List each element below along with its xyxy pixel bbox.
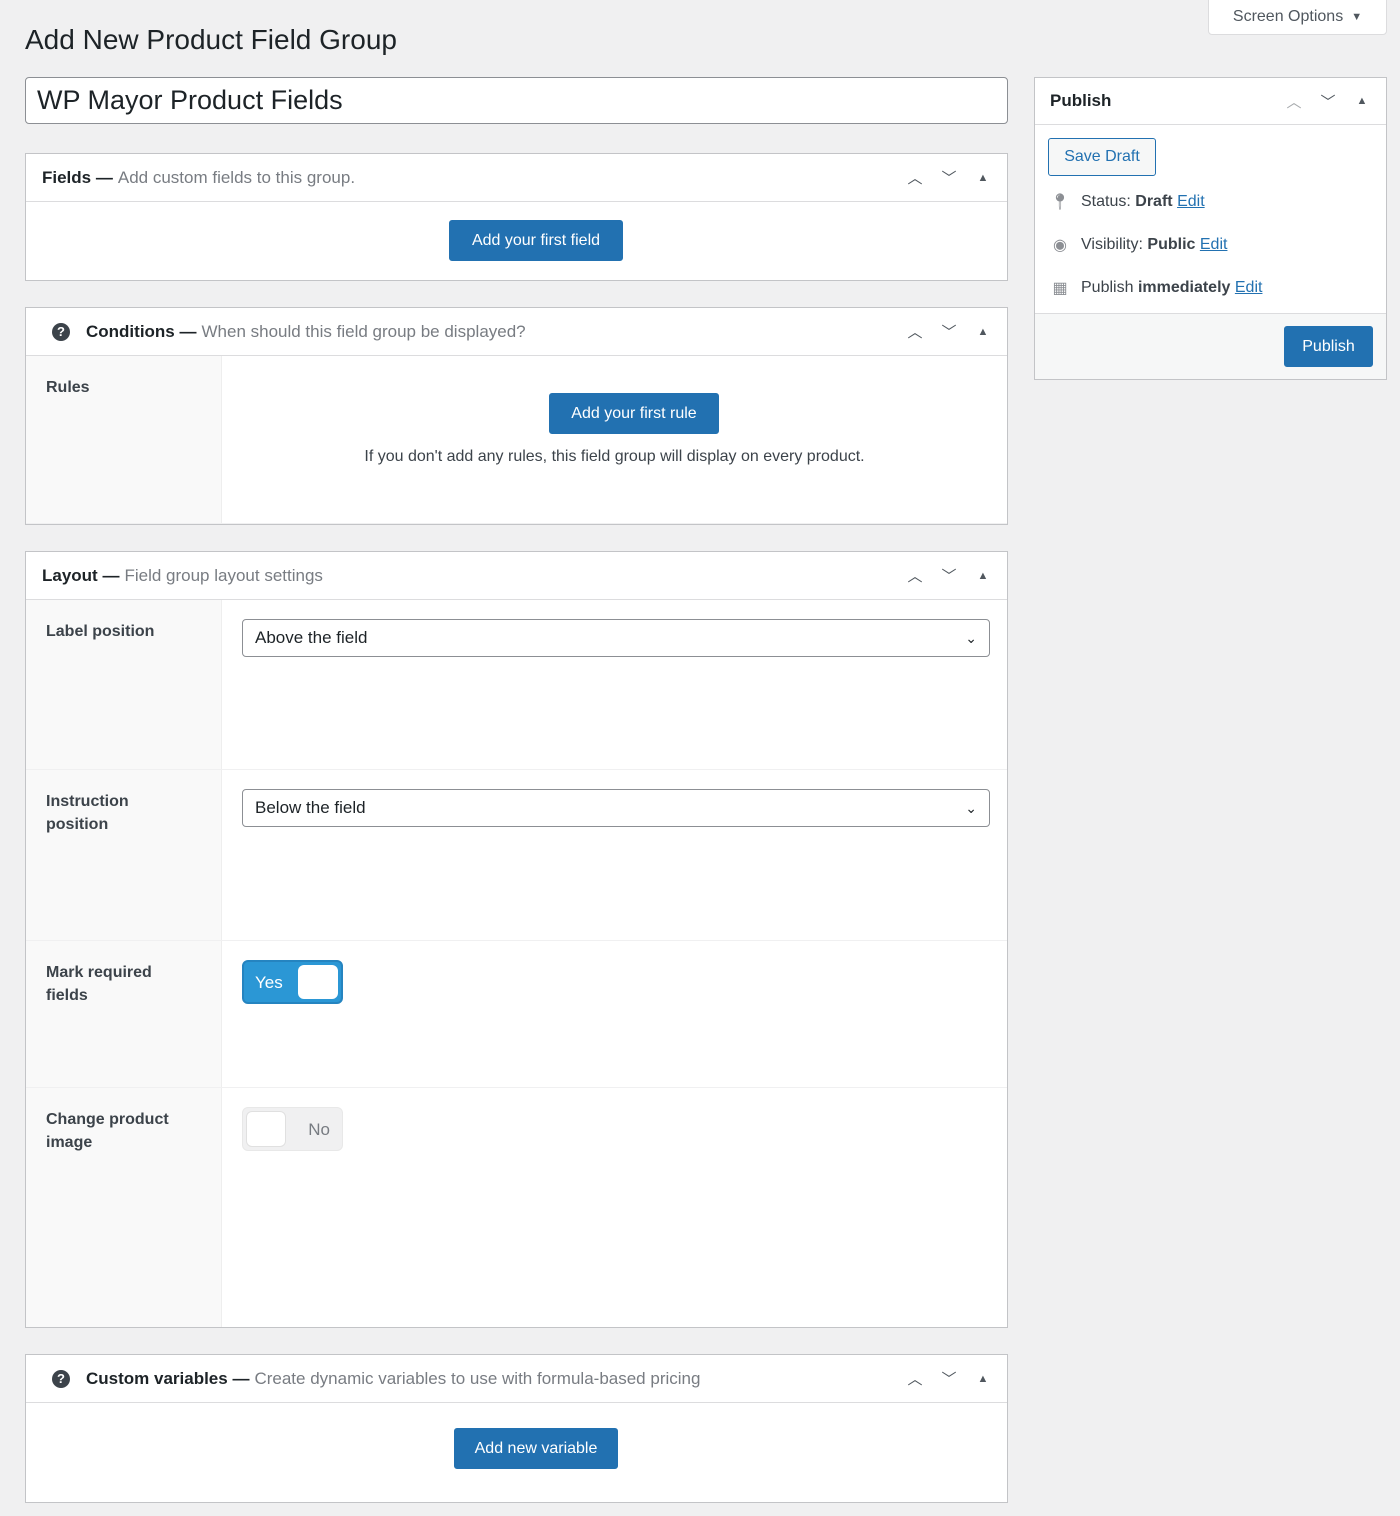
page-title: Add New Product Field Group — [25, 24, 397, 55]
chevron-down-icon: ⌄ — [965, 799, 977, 816]
layout-box: Layout — Field group layout settings ︿ ﹀ ▲ … — [25, 551, 1008, 1328]
instruction-position-label: Instruction position — [26, 770, 222, 940]
status-value: Draft — [1135, 193, 1173, 210]
visibility-value: Public — [1147, 236, 1196, 253]
move-up-icon[interactable]: ︿ — [1284, 91, 1304, 112]
help-icon[interactable]: ? — [52, 322, 70, 341]
layout-header: Layout — Field group layout settings ︿ ﹀ ▲ — [26, 552, 1007, 600]
screen-options-button[interactable]: Screen Options ▼ — [1208, 0, 1387, 35]
layout-title: Layout — — [42, 565, 120, 585]
change-image-label: Change product image — [26, 1088, 222, 1327]
move-down-icon[interactable]: ﹀ — [939, 167, 959, 188]
fields-box: Fields — Add custom fields to this group.… — [25, 153, 1008, 281]
schedule-value: immediately — [1137, 279, 1231, 296]
publish-title: Publish — [1050, 91, 1112, 110]
visibility-row: ◉ Visibility: Public Edit — [1049, 235, 1227, 255]
toggle-panel-icon[interactable]: ▲ — [973, 326, 993, 338]
custom-variables-header: ? Custom variables — Create dynamic varia… — [26, 1355, 1007, 1403]
publish-actions: Publish — [1035, 313, 1386, 379]
rules-note: If you don't add any rules, this field g… — [364, 448, 865, 465]
move-down-icon[interactable]: ﹀ — [1318, 91, 1338, 112]
conditions-box: ? Conditions — When should this field gro… — [25, 307, 1008, 525]
calendar-icon: ▦ — [1052, 280, 1068, 297]
publish-box: Publish ︿ ﹀ ▲ Save Draft 📍︎ Status: Draft E… — [1034, 77, 1387, 380]
add-first-rule-button[interactable]: Add your first rule — [549, 393, 719, 434]
status-row: 📍︎ Status: Draft Edit — [1049, 192, 1205, 212]
toggle-off-label: No — [308, 1120, 330, 1139]
custom-variables-subtitle: Create dynamic variables to use with for… — [254, 1368, 701, 1388]
label-position-row: Label position Above the field ⌄ — [26, 600, 1007, 770]
pin-icon: 📍︎ — [1049, 194, 1071, 211]
toggle-on-label: Yes — [255, 973, 283, 992]
move-up-icon[interactable]: ︿ — [905, 565, 925, 586]
eye-icon: ◉ — [1053, 237, 1067, 254]
toggle-panel-icon[interactable]: ▲ — [973, 570, 993, 582]
visibility-label: Visibility: — [1081, 236, 1143, 253]
conditions-subtitle: When should this field group be displaye… — [201, 321, 526, 341]
change-image-toggle[interactable]: No — [242, 1107, 343, 1151]
custom-variables-title: Custom variables — — [86, 1368, 250, 1388]
toggle-panel-icon[interactable]: ▲ — [973, 172, 993, 184]
move-up-icon[interactable]: ︿ — [905, 167, 925, 188]
toggle-panel-icon[interactable]: ▲ — [973, 1373, 993, 1385]
toggle-panel-icon[interactable]: ▲ — [1352, 95, 1372, 107]
chevron-down-icon: ⌄ — [965, 629, 977, 646]
help-icon[interactable]: ? — [52, 1369, 70, 1388]
schedule-label: Publish — [1081, 279, 1134, 296]
schedule-row: ▦ Publish immediately Edit — [1049, 278, 1262, 298]
instruction-position-select[interactable]: Below the field ⌄ — [242, 789, 990, 827]
fields-title: Fields — — [42, 167, 113, 187]
conditions-title: Conditions — — [86, 321, 197, 341]
status-label: Status: — [1081, 193, 1131, 210]
custom-variables-box: ? Custom variables — Create dynamic varia… — [25, 1354, 1008, 1503]
label-position-value: Above the field — [255, 628, 368, 647]
caret-down-icon: ▼ — [1351, 10, 1363, 23]
move-down-icon[interactable]: ﹀ — [939, 321, 959, 342]
label-position-select[interactable]: Above the field ⌄ — [242, 619, 990, 657]
move-up-icon[interactable]: ︿ — [905, 1368, 925, 1389]
rules-label: Rules — [26, 356, 222, 523]
add-first-field-button[interactable]: Add your first field — [449, 220, 623, 261]
instruction-position-value: Below the field — [255, 798, 366, 817]
instruction-position-row: Instruction position Below the field ⌄ — [26, 770, 1007, 941]
move-up-icon[interactable]: ︿ — [905, 321, 925, 342]
fields-subtitle: Add custom fields to this group. — [117, 167, 356, 187]
add-new-variable-button[interactable]: Add new variable — [454, 1428, 618, 1469]
title-input[interactable] — [25, 77, 1008, 124]
move-down-icon[interactable]: ﹀ — [939, 565, 959, 586]
publish-button[interactable]: Publish — [1284, 326, 1373, 367]
publish-header: Publish ︿ ﹀ ▲ — [1035, 78, 1386, 125]
toggle-knob — [246, 1111, 286, 1147]
layout-subtitle: Field group layout settings — [124, 565, 323, 585]
save-draft-button[interactable]: Save Draft — [1048, 138, 1156, 176]
edit-visibility-link[interactable]: Edit — [1200, 236, 1228, 253]
screen-options-label: Screen Options — [1232, 7, 1344, 25]
change-image-row: Change product image No — [26, 1088, 1007, 1327]
mark-required-toggle[interactable]: Yes — [242, 960, 343, 1004]
mark-required-row: Mark required fields Yes — [26, 941, 1007, 1088]
label-position-label: Label position — [26, 600, 222, 769]
conditions-header: ? Conditions — When should this field gro… — [26, 308, 1007, 356]
move-down-icon[interactable]: ﹀ — [939, 1368, 959, 1389]
toggle-knob — [298, 965, 338, 999]
edit-schedule-link[interactable]: Edit — [1235, 279, 1263, 296]
mark-required-label: Mark required fields — [26, 941, 222, 1087]
edit-status-link[interactable]: Edit — [1177, 193, 1205, 210]
fields-header: Fields — Add custom fields to this group.… — [26, 154, 1007, 202]
